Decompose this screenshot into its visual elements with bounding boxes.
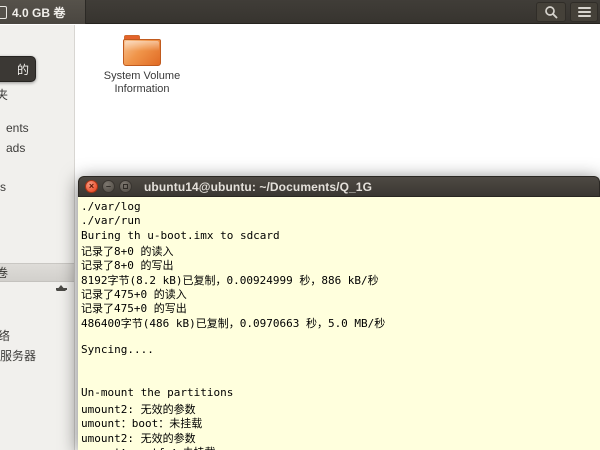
hamburger-menu-icon <box>578 7 591 17</box>
volume-location-label: 4.0 GB 卷 <box>12 4 65 21</box>
terminal-line <box>81 372 600 386</box>
menu-button[interactable] <box>570 2 598 22</box>
maximize-button[interactable] <box>119 180 132 193</box>
tooltip-text: 的 <box>17 61 29 78</box>
eject-icon[interactable] <box>56 268 67 290</box>
terminal-line: Buring th u-boot.imx to sdcard <box>81 229 600 243</box>
terminal-titlebar[interactable]: × – ubuntu14@ubuntu: ~/Documents/Q_1G <box>78 176 600 197</box>
drive-icon <box>0 6 7 19</box>
volume-location-button[interactable]: 4.0 GB 卷 <box>0 0 86 24</box>
filemanager-toolbar: 4.0 GB 卷 <box>0 0 600 24</box>
folder-system-volume-information[interactable]: System Volume Information <box>84 35 200 96</box>
sidebar-item-s[interactable]: s <box>0 180 6 194</box>
sidebar-item-documents[interactable]: ents <box>6 121 29 135</box>
close-button[interactable]: × <box>85 180 98 193</box>
terminal-line: umount：boot：未挂载 <box>81 415 600 429</box>
terminal-line: ./var/log <box>81 200 600 214</box>
desktop-screen: 4.0 GB 卷 的 夹 ents ads s 卷 络 服务器 <box>0 0 600 450</box>
terminal-line: umount2: 无效的参数 <box>81 401 600 415</box>
terminal-line: 记录了8+0 的读入 <box>81 243 600 257</box>
terminal-line <box>81 329 600 343</box>
search-icon <box>544 5 558 19</box>
terminal-line: 记录了475+0 的写出 <box>81 300 600 314</box>
terminal-line: umount2: 无效的参数 <box>81 430 600 444</box>
sidebar-item-volume-selected[interactable]: 卷 <box>0 263 75 282</box>
search-button[interactable] <box>536 2 566 22</box>
terminal-title: ubuntu14@ubuntu: ~/Documents/Q_1G <box>144 180 372 194</box>
terminal-line: Un-mount the partitions <box>81 386 600 400</box>
folder-icon <box>123 35 161 66</box>
sidebar-tooltip: 的 <box>0 56 36 82</box>
terminal-line: 记录了475+0 的读入 <box>81 286 600 300</box>
terminal-output[interactable]: ./var/log ./var/run Buring th u-boot.imx… <box>78 197 600 450</box>
terminal-window: × – ubuntu14@ubuntu: ~/Documents/Q_1G ./… <box>78 176 600 450</box>
sidebar-item-network[interactable]: 络 <box>0 327 10 344</box>
terminal-line: 记录了8+0 的写出 <box>81 257 600 271</box>
terminal-line: ./var/run <box>81 214 600 228</box>
folder-name-label: System Volume Information <box>94 70 190 96</box>
filemanager-sidebar: 的 夹 ents ads s 卷 络 服务器 <box>0 25 75 450</box>
sidebar-item-downloads[interactable]: ads <box>6 141 25 155</box>
minimize-button[interactable]: – <box>102 180 115 193</box>
terminal-line: Syncing.... <box>81 343 600 357</box>
terminal-line: 486400字节(486 kB)已复制，0.0970663 秒，5.0 MB/秒 <box>81 315 600 329</box>
sidebar-item-folder[interactable]: 夹 <box>0 86 8 103</box>
terminal-line <box>81 358 600 372</box>
terminal-line: 8192字节(8.2 kB)已复制，0.00924999 秒，886 kB/秒 <box>81 272 600 286</box>
sidebar-item-server[interactable]: 服务器 <box>0 347 36 364</box>
terminal-line: umount：rootfs：未挂载 <box>81 444 600 450</box>
sidebar-item-volume-label: 卷 <box>0 264 8 281</box>
